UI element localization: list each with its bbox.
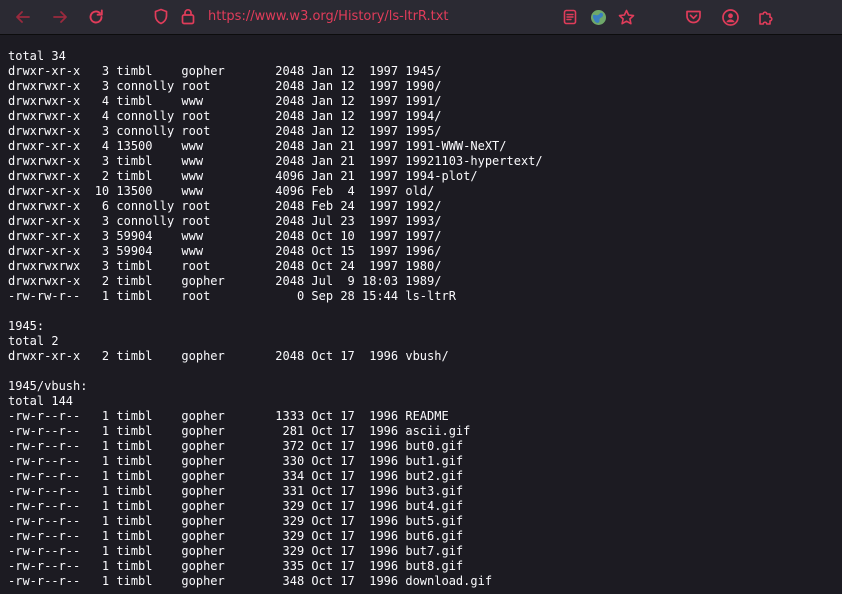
listing-line: drwxrwxr-x 4 timbl www 2048 Jan 12 1997 …	[8, 94, 442, 108]
lock-icon	[181, 9, 195, 25]
listing-line: -rw-r--r-- 1 timbl gopher 330 Oct 17 199…	[8, 454, 464, 468]
browser-toolbar: https://www.w3.org/History/ls-ltrR.txt	[0, 0, 842, 35]
listing-line: drwxr-xr-x 3 59904 www 2048 Oct 10 1997 …	[8, 229, 442, 243]
listing-line: 1945/vbush:	[8, 379, 88, 393]
url-bar[interactable]: https://www.w3.org/History/ls-ltrR.txt	[150, 3, 550, 30]
listing-line: drwxr-xr-x 3 timbl gopher 2048 Jan 12 19…	[8, 64, 442, 78]
listing-line: drwxrwxr-x 3 connolly root 2048 Jan 12 1…	[8, 79, 442, 93]
listing-line: -rw-r--r-- 1 timbl gopher 335 Oct 17 199…	[8, 559, 464, 573]
listing-line: drwxrwxr-x 6 connolly root 2048 Feb 24 1…	[8, 199, 442, 213]
listing-line: drwxrwxr-x 3 connolly root 2048 Jan 12 1…	[8, 124, 442, 138]
url-text[interactable]: https://www.w3.org/History/ls-ltrR.txt	[208, 9, 449, 24]
listing-line: drwxr-xr-x 3 connolly root 2048 Jul 23 1…	[8, 214, 442, 228]
listing-line: drwxr-xr-x 10 13500 www 4096 Feb 4 1997 …	[8, 184, 435, 198]
site-info-button[interactable]	[177, 6, 199, 28]
listing-line: -rw-r--r-- 1 timbl gopher 334 Oct 17 199…	[8, 469, 464, 483]
reload-button[interactable]	[84, 5, 108, 29]
listing-line: drwxrwxr-x 3 timbl www 2048 Jan 21 1997 …	[8, 154, 543, 168]
listing-line: drwxrwxr-x 2 timbl gopher 2048 Jul 9 18:…	[8, 274, 442, 288]
arrow-left-icon	[16, 11, 30, 23]
globe-extension-icon	[590, 9, 606, 25]
listing-line: drwxrwxr-x 4 connolly root 2048 Jan 12 1…	[8, 109, 442, 123]
extensions-button[interactable]	[753, 5, 777, 29]
back-button[interactable]	[11, 5, 35, 29]
listing-line: drwxrwxrwx 3 timbl root 2048 Oct 24 1997…	[8, 259, 442, 273]
listing-line: -rw-r--r-- 1 timbl gopher 329 Oct 17 199…	[8, 529, 464, 543]
listing-line: drwxr-xr-x 3 59904 www 2048 Oct 15 1997 …	[8, 244, 442, 258]
directory-listing: total 34 drwxr-xr-x 3 timbl gopher 2048 J…	[0, 49, 543, 589]
reader-view-button[interactable]	[558, 5, 582, 29]
star-icon	[618, 9, 634, 24]
listing-line: -rw-r--r-- 1 timbl gopher 348 Oct 17 199…	[8, 574, 493, 588]
listing-line: drwxr-xr-x 2 timbl gopher 2048 Oct 17 19…	[8, 349, 449, 363]
listing-line: drwxrwxr-x 2 timbl www 4096 Jan 21 1997 …	[8, 169, 478, 183]
pocket-button[interactable]	[681, 5, 705, 29]
tracking-protection-button[interactable]	[150, 6, 172, 28]
listing-line: -rw-r--r-- 1 timbl gopher 329 Oct 17 199…	[8, 499, 464, 513]
listing-line: total 34	[8, 49, 66, 63]
listing-line: -rw-r--r-- 1 timbl gopher 372 Oct 17 199…	[8, 439, 464, 453]
listing-line: total 2	[8, 334, 59, 348]
listing-line: -rw-r--r-- 1 timbl gopher 329 Oct 17 199…	[8, 544, 464, 558]
listing-line: drwxr-xr-x 4 13500 www 2048 Jan 21 1997 …	[8, 139, 507, 153]
page-content: total 34 drwxr-xr-x 3 timbl gopher 2048 J…	[0, 36, 842, 594]
shield-icon	[154, 8, 168, 25]
listing-line: -rw-r--r-- 1 timbl gopher 331 Oct 17 199…	[8, 484, 464, 498]
extension-button[interactable]	[586, 5, 610, 29]
listing-line: total 144	[8, 394, 74, 408]
account-button[interactable]	[718, 5, 742, 29]
account-icon	[721, 8, 739, 26]
arrow-right-icon	[53, 11, 67, 23]
forward-button[interactable]	[48, 5, 72, 29]
reader-view-icon	[563, 9, 577, 25]
pocket-icon	[685, 10, 701, 24]
listing-line: -rw-r--r-- 1 timbl gopher 281 Oct 17 199…	[8, 424, 471, 438]
bookmark-button[interactable]	[614, 5, 638, 29]
listing-line: -rw-r--r-- 1 timbl gopher 329 Oct 17 199…	[8, 514, 464, 528]
listing-line: -rw-r--r-- 1 timbl gopher 1333 Oct 17 19…	[8, 409, 449, 423]
puzzle-icon	[758, 10, 773, 25]
listing-line: 1945:	[8, 319, 45, 333]
reload-icon	[89, 9, 103, 24]
listing-line: -rw-rw-r-- 1 timbl root 0 Sep 28 15:44 l…	[8, 289, 456, 303]
